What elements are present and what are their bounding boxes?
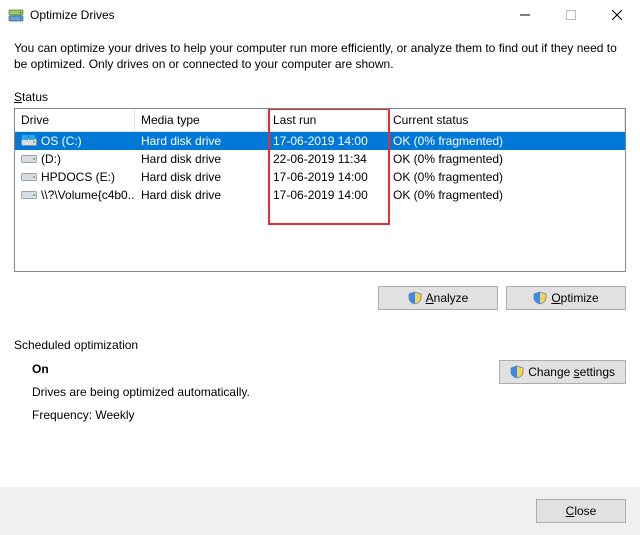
bottom-bar: Close [0, 486, 640, 535]
drive-name: OS (C:) [41, 134, 82, 148]
shield-icon [533, 291, 547, 305]
sched-desc: Drives are being optimized automatically… [32, 381, 499, 404]
drive-last-run: 22-06-2019 11:34 [267, 152, 387, 166]
drive-status: OK (0% fragmented) [387, 152, 625, 166]
change-settings-button[interactable]: Change settings [499, 360, 626, 384]
maximize-button [548, 0, 594, 30]
drive-last-run: 17-06-2019 14:00 [267, 170, 387, 184]
drive-media: Hard disk drive [135, 134, 267, 148]
drive-list-header: Drive Media type Last run Current status [15, 109, 625, 132]
analyze-button[interactable]: Analyze [378, 286, 498, 310]
table-row[interactable]: \\?\Volume{c4b0...Hard disk drive17-06-2… [15, 186, 625, 204]
analyze-label: Analyze [426, 291, 469, 305]
table-row[interactable]: HPDOCS (E:) Hard disk drive17-06-2019 14:… [15, 168, 625, 186]
shield-icon [510, 365, 524, 379]
table-row[interactable]: OS (C:) Hard disk drive17-06-2019 14:00OK… [15, 132, 625, 150]
drive-name: (D:) [41, 152, 61, 166]
drive-media: Hard disk drive [135, 170, 267, 184]
maximize-icon [566, 10, 576, 20]
optimize-label: Optimize [551, 291, 598, 305]
col-header-media[interactable]: Media type [135, 109, 267, 131]
intro-text: You can optimize your drives to help you… [14, 40, 626, 72]
app-icon [8, 7, 24, 23]
titlebar: Optimize Drives [0, 0, 640, 30]
drive-status: OK (0% fragmented) [387, 170, 625, 184]
drive-icon [21, 135, 37, 147]
close-label: Close [566, 504, 597, 518]
change-settings-label: Change settings [528, 365, 615, 379]
drive-icon [21, 171, 37, 183]
col-header-status[interactable]: Current status [387, 109, 625, 131]
status-label: Status [14, 90, 626, 104]
col-header-last[interactable]: Last run [267, 109, 387, 131]
drive-last-run: 17-06-2019 14:00 [267, 134, 387, 148]
drive-status: OK (0% fragmented) [387, 188, 625, 202]
drive-last-run: 17-06-2019 14:00 [267, 188, 387, 202]
sched-freq: Frequency: Weekly [32, 404, 499, 427]
drive-status: OK (0% fragmented) [387, 134, 625, 148]
close-icon [612, 10, 622, 20]
drive-name: \\?\Volume{c4b0... [41, 188, 135, 202]
drive-media: Hard disk drive [135, 188, 267, 202]
minimize-icon [520, 10, 530, 20]
minimize-button[interactable] [502, 0, 548, 30]
close-button[interactable] [594, 0, 640, 30]
drive-media: Hard disk drive [135, 152, 267, 166]
sched-header: Scheduled optimization [14, 338, 626, 352]
close-dialog-button[interactable]: Close [536, 499, 626, 523]
window-title: Optimize Drives [30, 8, 115, 22]
sched-state: On [32, 358, 499, 381]
optimize-button[interactable]: Optimize [506, 286, 626, 310]
table-row[interactable]: (D:) Hard disk drive22-06-2019 11:34OK (0… [15, 150, 625, 168]
drive-list[interactable]: Drive Media type Last run Current status… [14, 108, 626, 272]
shield-icon [408, 291, 422, 305]
drive-icon [21, 189, 37, 201]
drive-icon [21, 153, 37, 165]
drive-name: HPDOCS (E:) [41, 170, 115, 184]
col-header-drive[interactable]: Drive [15, 109, 135, 131]
